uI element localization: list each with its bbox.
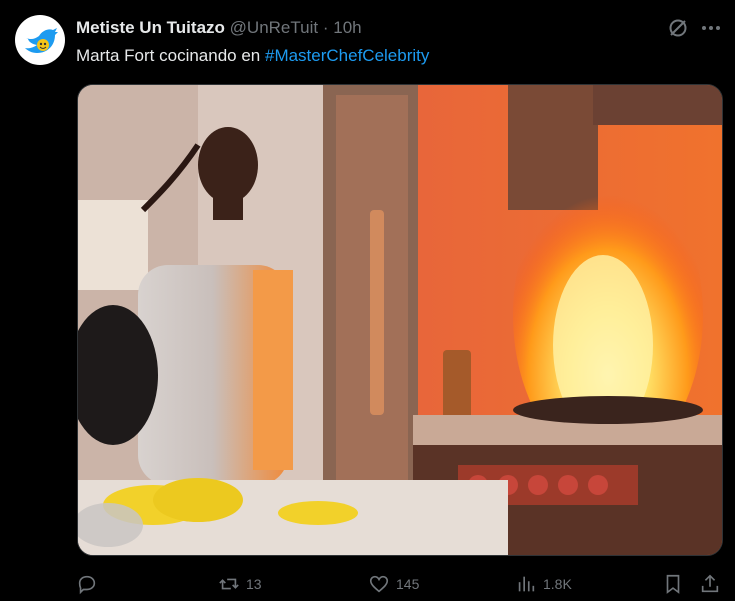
tweet-text: Marta Fort cocinando en #MasterChefCeleb… — [76, 44, 429, 68]
like-count: 145 — [396, 576, 420, 592]
separator: · — [322, 18, 329, 37]
display-name[interactable]: Metiste Un Tuitazo — [76, 18, 225, 37]
like-button[interactable]: 145 — [368, 572, 419, 596]
like-icon — [369, 575, 389, 593]
kitchen-fire-photo — [78, 85, 722, 555]
views-button[interactable]: 1.8K — [515, 572, 572, 596]
bird-logo-icon — [25, 28, 58, 53]
more-icon[interactable] — [699, 16, 723, 40]
bookmark-icon — [666, 574, 680, 594]
avatar[interactable] — [15, 15, 65, 65]
reply-icon — [78, 575, 96, 595]
view-count: 1.8K — [543, 576, 572, 592]
retweet-count: 13 — [246, 576, 262, 592]
reply-button[interactable] — [76, 572, 104, 596]
hashtag-link[interactable]: #MasterChefCelebrity — [265, 46, 429, 65]
retweet-icon — [219, 578, 239, 590]
user-handle[interactable]: @UnReTuit — [230, 18, 318, 37]
bookmark-button[interactable] — [662, 572, 684, 596]
tweet-actions: 13 145 1.8K — [0, 568, 735, 600]
timestamp[interactable]: 10h — [333, 18, 361, 37]
retweet-button[interactable]: 13 — [218, 572, 262, 596]
share-icon — [701, 574, 719, 593]
tweet-text-body: Marta Fort cocinando en — [76, 46, 265, 65]
views-icon — [518, 576, 535, 592]
tweet-header: Metiste Un Tuitazo @UnReTuit · 10h — [76, 17, 362, 39]
tweet-image[interactable] — [77, 84, 723, 556]
grok-icon[interactable] — [666, 16, 690, 40]
share-button[interactable] — [699, 572, 721, 596]
